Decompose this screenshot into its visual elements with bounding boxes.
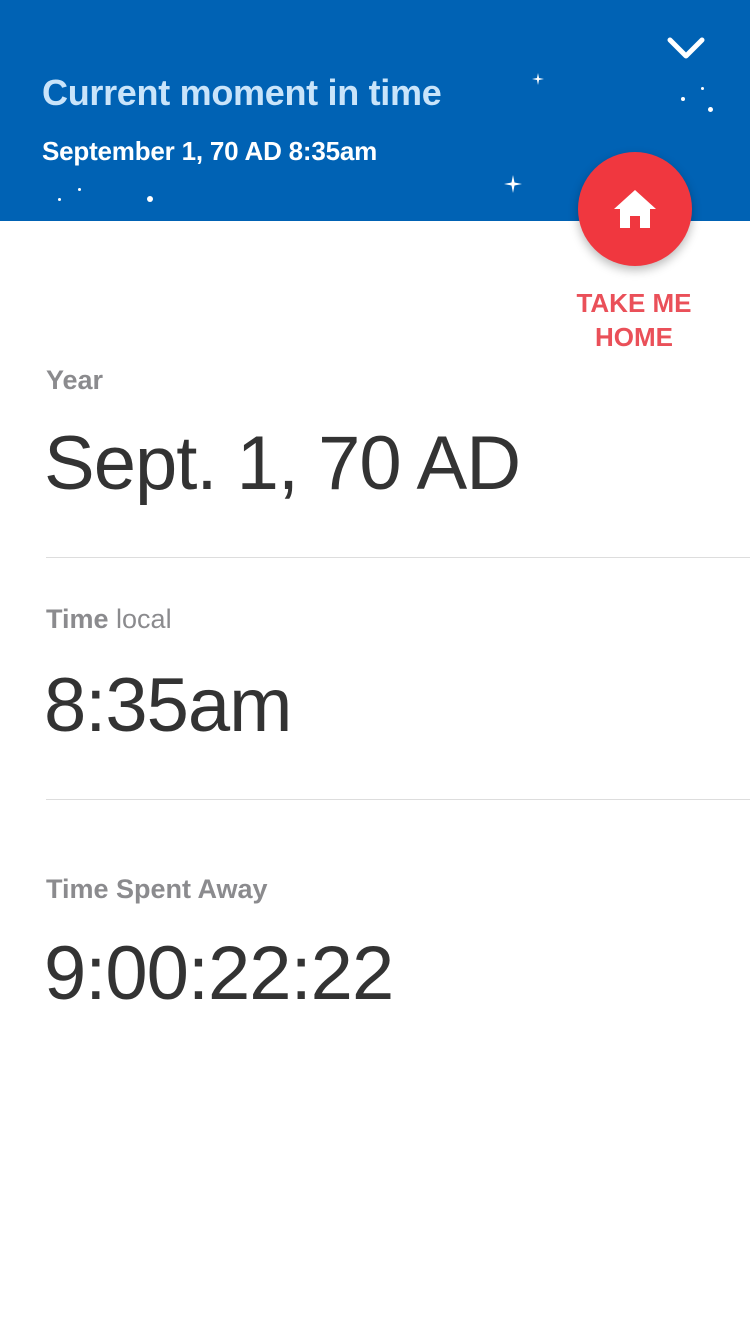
header-title: Current moment in time <box>42 72 442 113</box>
star-dot <box>701 87 704 90</box>
collapse-button[interactable] <box>660 26 712 70</box>
time-away-value: 9:00:22:22 <box>44 931 394 1016</box>
time-away-label: Time Spent Away <box>46 874 268 904</box>
take-me-home-label[interactable]: TAKE ME HOME <box>555 286 713 354</box>
take-me-home-label-line1: TAKE ME <box>576 288 692 318</box>
divider <box>46 557 750 558</box>
star-dot <box>681 97 685 101</box>
year-value: Sept. 1, 70 AD <box>44 421 521 506</box>
year-label: Year <box>46 365 104 395</box>
home-icon <box>614 190 656 228</box>
time-local-label: Time local <box>46 604 172 635</box>
take-me-home-button[interactable] <box>578 152 692 266</box>
time-label-light: local <box>116 604 172 634</box>
time-local-value: 8:35am <box>44 663 292 748</box>
time-label-bold: Time <box>46 604 109 634</box>
divider <box>46 799 750 800</box>
sparkle-icon <box>532 73 544 85</box>
header-subtitle: September 1, 70 AD 8:35am <box>42 136 378 166</box>
take-me-home-label-line2: HOME <box>595 322 673 352</box>
chevron-down-icon <box>667 37 705 59</box>
star-dot <box>78 188 81 191</box>
star-dot <box>147 196 153 202</box>
star-dot <box>58 198 61 201</box>
star-dot <box>708 107 713 112</box>
sparkle-icon <box>504 175 522 193</box>
